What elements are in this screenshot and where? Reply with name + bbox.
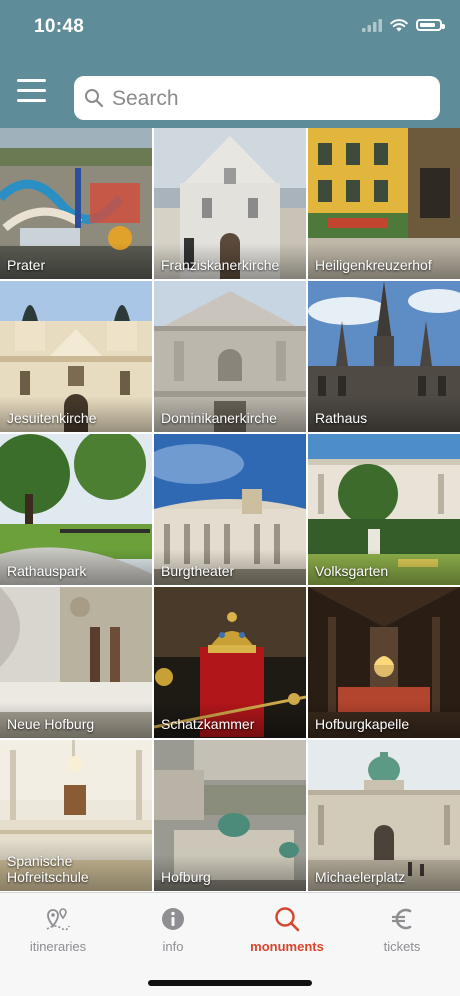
monument-tile[interactable]: Michaelerplatz xyxy=(308,740,460,891)
monuments-grid: Prater Franziskanerkirche Heiligenkreuze… xyxy=(0,128,460,892)
monument-label: Neue Hofburg xyxy=(0,702,152,738)
monument-label: Jesuitenkirche xyxy=(0,396,152,432)
monument-tile[interactable]: Volksgarten xyxy=(308,434,460,585)
euro-icon xyxy=(392,908,412,930)
monument-label: Rathaus xyxy=(308,396,460,432)
monument-label: Heiligenkreuzerhof xyxy=(308,243,460,279)
status-icons xyxy=(362,18,445,32)
monument-label: Prater xyxy=(0,243,152,279)
info-icon xyxy=(162,908,184,930)
tab-info[interactable]: info xyxy=(123,905,223,954)
tab-monuments[interactable]: monuments xyxy=(237,905,337,954)
search-box[interactable] xyxy=(74,76,440,120)
monument-tile[interactable]: Prater xyxy=(0,128,152,279)
monument-label: Rathauspark xyxy=(0,549,152,585)
monument-label: Schatzkammer xyxy=(154,702,306,738)
monument-tile[interactable]: Spanische Hofreitschule xyxy=(0,740,152,891)
monument-tile[interactable]: Franziskanerkirche xyxy=(154,128,306,279)
monument-tile[interactable]: Jesuitenkirche xyxy=(0,281,152,432)
monument-tile[interactable]: Neue Hofburg xyxy=(0,587,152,738)
monument-tile[interactable]: Burgtheater xyxy=(154,434,306,585)
home-indicator xyxy=(148,980,312,986)
search-icon xyxy=(85,89,104,108)
tab-itineraries[interactable]: itineraries xyxy=(8,905,108,954)
search-icon xyxy=(275,907,300,932)
monument-tile[interactable]: Hofburg xyxy=(154,740,306,891)
tab-monuments-label: monuments xyxy=(250,939,324,954)
monument-label: Hofburg xyxy=(154,855,306,891)
map-pin-icon xyxy=(46,908,70,931)
monument-label: Hofburgkapelle xyxy=(308,702,460,738)
signal-icon xyxy=(362,18,382,32)
battery-icon xyxy=(416,19,445,31)
status-bar: 10:48 xyxy=(0,0,460,54)
monument-tile[interactable]: Schatzkammer xyxy=(154,587,306,738)
tab-tickets[interactable]: tickets xyxy=(352,905,452,954)
monument-tile[interactable]: Hofburgkapelle xyxy=(308,587,460,738)
wifi-icon xyxy=(390,19,408,32)
monument-label: Franziskanerkirche xyxy=(154,243,306,279)
monument-tile[interactable]: Rathaus xyxy=(308,281,460,432)
tab-itineraries-label: itineraries xyxy=(29,939,87,954)
top-bar xyxy=(0,54,460,128)
monument-label: Michaelerplatz xyxy=(308,855,460,891)
hamburger-menu-icon xyxy=(17,79,46,82)
search-input[interactable] xyxy=(110,82,424,116)
monument-label: Spanische Hofreitschule xyxy=(0,839,152,891)
monument-label: Volksgarten xyxy=(308,549,460,585)
monument-tile[interactable]: Rathauspark xyxy=(0,434,152,585)
menu-button[interactable] xyxy=(14,76,50,104)
tab-info-label: info xyxy=(162,939,184,954)
monument-tile[interactable]: Dominikanerkirche xyxy=(154,281,306,432)
monument-label: Dominikanerkirche xyxy=(154,396,306,432)
status-time: 10:48 xyxy=(34,16,85,37)
monument-tile[interactable]: Heiligenkreuzerhof xyxy=(308,128,460,279)
monument-label: Burgtheater xyxy=(154,549,306,585)
tab-tickets-label: tickets xyxy=(383,939,421,954)
